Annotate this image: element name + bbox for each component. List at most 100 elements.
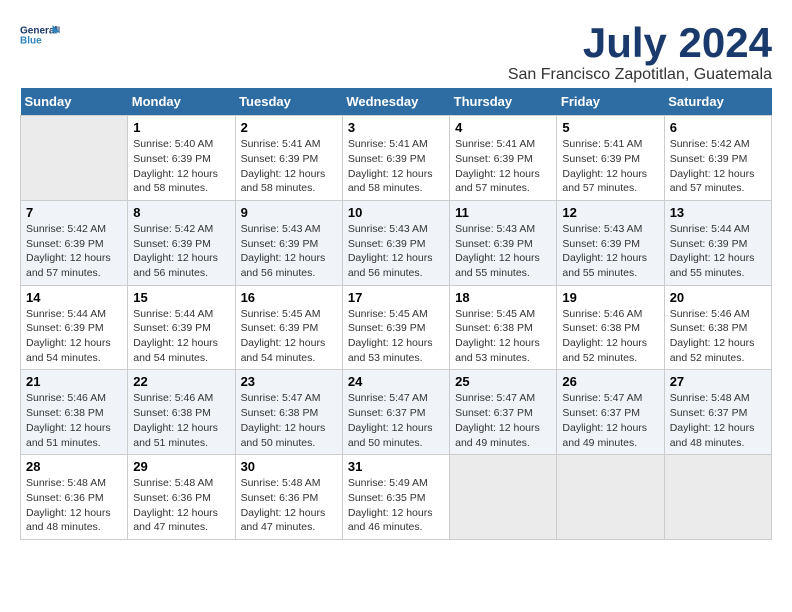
calendar-cell: 4 Sunrise: 5:41 AMSunset: 6:39 PMDaylight…	[450, 116, 557, 201]
day-number: 23	[241, 374, 337, 389]
day-info: Sunrise: 5:47 AMSunset: 6:37 PMDaylight:…	[348, 391, 444, 450]
calendar-cell: 19 Sunrise: 5:46 AMSunset: 6:38 PMDayligh…	[557, 285, 664, 370]
calendar-week-row: 1 Sunrise: 5:40 AMSunset: 6:39 PMDaylight…	[21, 116, 772, 201]
day-number: 25	[455, 374, 551, 389]
calendar-cell: 30 Sunrise: 5:48 AMSunset: 6:36 PMDayligh…	[235, 455, 342, 540]
day-number: 28	[26, 459, 122, 474]
day-info: Sunrise: 5:44 AMSunset: 6:39 PMDaylight:…	[670, 222, 766, 281]
day-of-week-header: Wednesday	[342, 88, 449, 116]
calendar-cell: 10 Sunrise: 5:43 AMSunset: 6:39 PMDayligh…	[342, 200, 449, 285]
day-number: 6	[670, 120, 766, 135]
day-info: Sunrise: 5:41 AMSunset: 6:39 PMDaylight:…	[348, 137, 444, 196]
day-info: Sunrise: 5:46 AMSunset: 6:38 PMDaylight:…	[133, 391, 229, 450]
day-number: 14	[26, 290, 122, 305]
calendar-cell: 24 Sunrise: 5:47 AMSunset: 6:37 PMDayligh…	[342, 370, 449, 455]
calendar-cell: 9Sunrise: 5:43 AMSunset: 6:39 PMDaylight…	[235, 200, 342, 285]
svg-text:General: General	[20, 26, 57, 37]
day-info: Sunrise: 5:42 AMSunset: 6:39 PMDaylight:…	[133, 222, 229, 281]
day-info: Sunrise: 5:46 AMSunset: 6:38 PMDaylight:…	[670, 307, 766, 366]
calendar-cell: 16Sunrise: 5:45 AMSunset: 6:39 PMDayligh…	[235, 285, 342, 370]
day-info: Sunrise: 5:45 AMSunset: 6:39 PMDaylight:…	[241, 307, 337, 366]
day-info: Sunrise: 5:41 AMSunset: 6:39 PMDaylight:…	[241, 137, 337, 196]
day-info: Sunrise: 5:42 AMSunset: 6:39 PMDaylight:…	[670, 137, 766, 196]
day-number: 4	[455, 120, 551, 135]
calendar-cell: 25 Sunrise: 5:47 AMSunset: 6:37 PMDayligh…	[450, 370, 557, 455]
calendar-cell: 20 Sunrise: 5:46 AMSunset: 6:38 PMDayligh…	[664, 285, 771, 370]
day-info: Sunrise: 5:48 AMSunset: 6:36 PMDaylight:…	[241, 476, 337, 535]
day-info: Sunrise: 5:43 AMSunset: 6:39 PMDaylight:…	[562, 222, 658, 281]
calendar-cell: 15Sunrise: 5:44 AMSunset: 6:39 PMDayligh…	[128, 285, 235, 370]
calendar-cell: 27 Sunrise: 5:48 AMSunset: 6:37 PMDayligh…	[664, 370, 771, 455]
calendar-week-row: 28 Sunrise: 5:48 AMSunset: 6:36 PMDayligh…	[21, 455, 772, 540]
day-number: 7	[26, 205, 122, 220]
calendar-cell: 6 Sunrise: 5:42 AMSunset: 6:39 PMDaylight…	[664, 116, 771, 201]
day-number: 13	[670, 205, 766, 220]
day-number: 3	[348, 120, 444, 135]
day-number: 9	[241, 205, 337, 220]
day-number: 29	[133, 459, 229, 474]
day-number: 10	[348, 205, 444, 220]
day-info: Sunrise: 5:45 AMSunset: 6:38 PMDaylight:…	[455, 307, 551, 366]
day-info: Sunrise: 5:47 AMSunset: 6:37 PMDaylight:…	[562, 391, 658, 450]
day-info: Sunrise: 5:48 AMSunset: 6:36 PMDaylight:…	[133, 476, 229, 535]
day-number: 17	[348, 290, 444, 305]
calendar-week-row: 21 Sunrise: 5:46 AMSunset: 6:38 PMDayligh…	[21, 370, 772, 455]
title-block: July 2024 San Francisco Zapotitlan, Guat…	[508, 20, 772, 84]
day-number: 11	[455, 205, 551, 220]
calendar-cell	[21, 116, 128, 201]
day-of-week-header: Saturday	[664, 88, 771, 116]
day-number: 21	[26, 374, 122, 389]
day-info: Sunrise: 5:46 AMSunset: 6:38 PMDaylight:…	[562, 307, 658, 366]
day-number: 8	[133, 205, 229, 220]
calendar-cell: 21Sunrise: 5:46 AMSunset: 6:38 PMDayligh…	[21, 370, 128, 455]
calendar-cell: 26 Sunrise: 5:47 AMSunset: 6:37 PMDayligh…	[557, 370, 664, 455]
svg-text:Blue: Blue	[20, 36, 42, 47]
day-number: 2	[241, 120, 337, 135]
calendar-cell: 5Sunrise: 5:41 AMSunset: 6:39 PMDaylight…	[557, 116, 664, 201]
day-info: Sunrise: 5:49 AMSunset: 6:35 PMDaylight:…	[348, 476, 444, 535]
calendar-cell: 11 Sunrise: 5:43 AMSunset: 6:39 PMDayligh…	[450, 200, 557, 285]
month-title: July 2024	[508, 20, 772, 66]
day-info: Sunrise: 5:43 AMSunset: 6:39 PMDaylight:…	[348, 222, 444, 281]
calendar-cell: 29 Sunrise: 5:48 AMSunset: 6:36 PMDayligh…	[128, 455, 235, 540]
calendar-cell: 22Sunrise: 5:46 AMSunset: 6:38 PMDayligh…	[128, 370, 235, 455]
day-info: Sunrise: 5:45 AMSunset: 6:39 PMDaylight:…	[348, 307, 444, 366]
day-number: 19	[562, 290, 658, 305]
calendar-cell: 7 Sunrise: 5:42 AMSunset: 6:39 PMDaylight…	[21, 200, 128, 285]
day-of-week-header: Tuesday	[235, 88, 342, 116]
day-info: Sunrise: 5:44 AMSunset: 6:39 PMDaylight:…	[26, 307, 122, 366]
day-number: 27	[670, 374, 766, 389]
day-info: Sunrise: 5:40 AMSunset: 6:39 PMDaylight:…	[133, 137, 229, 196]
day-of-week-header: Thursday	[450, 88, 557, 116]
day-number: 24	[348, 374, 444, 389]
calendar-cell: 1 Sunrise: 5:40 AMSunset: 6:39 PMDaylight…	[128, 116, 235, 201]
logo-icon: General Blue	[20, 20, 60, 50]
calendar-cell: 17 Sunrise: 5:45 AMSunset: 6:39 PMDayligh…	[342, 285, 449, 370]
calendar-cell: 14 Sunrise: 5:44 AMSunset: 6:39 PMDayligh…	[21, 285, 128, 370]
day-number: 26	[562, 374, 658, 389]
day-of-week-header: Sunday	[21, 88, 128, 116]
calendar-cell: 2 Sunrise: 5:41 AMSunset: 6:39 PMDaylight…	[235, 116, 342, 201]
day-number: 20	[670, 290, 766, 305]
day-info: Sunrise: 5:42 AMSunset: 6:39 PMDaylight:…	[26, 222, 122, 281]
calendar-cell: 3 Sunrise: 5:41 AMSunset: 6:39 PMDaylight…	[342, 116, 449, 201]
day-number: 31	[348, 459, 444, 474]
page-header: General Blue July 2024 San Francisco Zap…	[20, 20, 772, 84]
calendar-cell	[450, 455, 557, 540]
day-number: 5	[562, 120, 658, 135]
calendar-cell: 12 Sunrise: 5:43 AMSunset: 6:39 PMDayligh…	[557, 200, 664, 285]
calendar-cell	[664, 455, 771, 540]
day-info: Sunrise: 5:48 AMSunset: 6:36 PMDaylight:…	[26, 476, 122, 535]
day-info: Sunrise: 5:48 AMSunset: 6:37 PMDaylight:…	[670, 391, 766, 450]
calendar-cell: 18Sunrise: 5:45 AMSunset: 6:38 PMDayligh…	[450, 285, 557, 370]
day-number: 1	[133, 120, 229, 135]
day-of-week-header: Monday	[128, 88, 235, 116]
day-info: Sunrise: 5:41 AMSunset: 6:39 PMDaylight:…	[455, 137, 551, 196]
day-info: Sunrise: 5:47 AMSunset: 6:37 PMDaylight:…	[455, 391, 551, 450]
day-info: Sunrise: 5:47 AMSunset: 6:38 PMDaylight:…	[241, 391, 337, 450]
day-info: Sunrise: 5:43 AMSunset: 6:39 PMDaylight:…	[455, 222, 551, 281]
day-number: 15	[133, 290, 229, 305]
day-number: 30	[241, 459, 337, 474]
calendar-header-row: SundayMondayTuesdayWednesdayThursdayFrid…	[21, 88, 772, 116]
day-number: 12	[562, 205, 658, 220]
